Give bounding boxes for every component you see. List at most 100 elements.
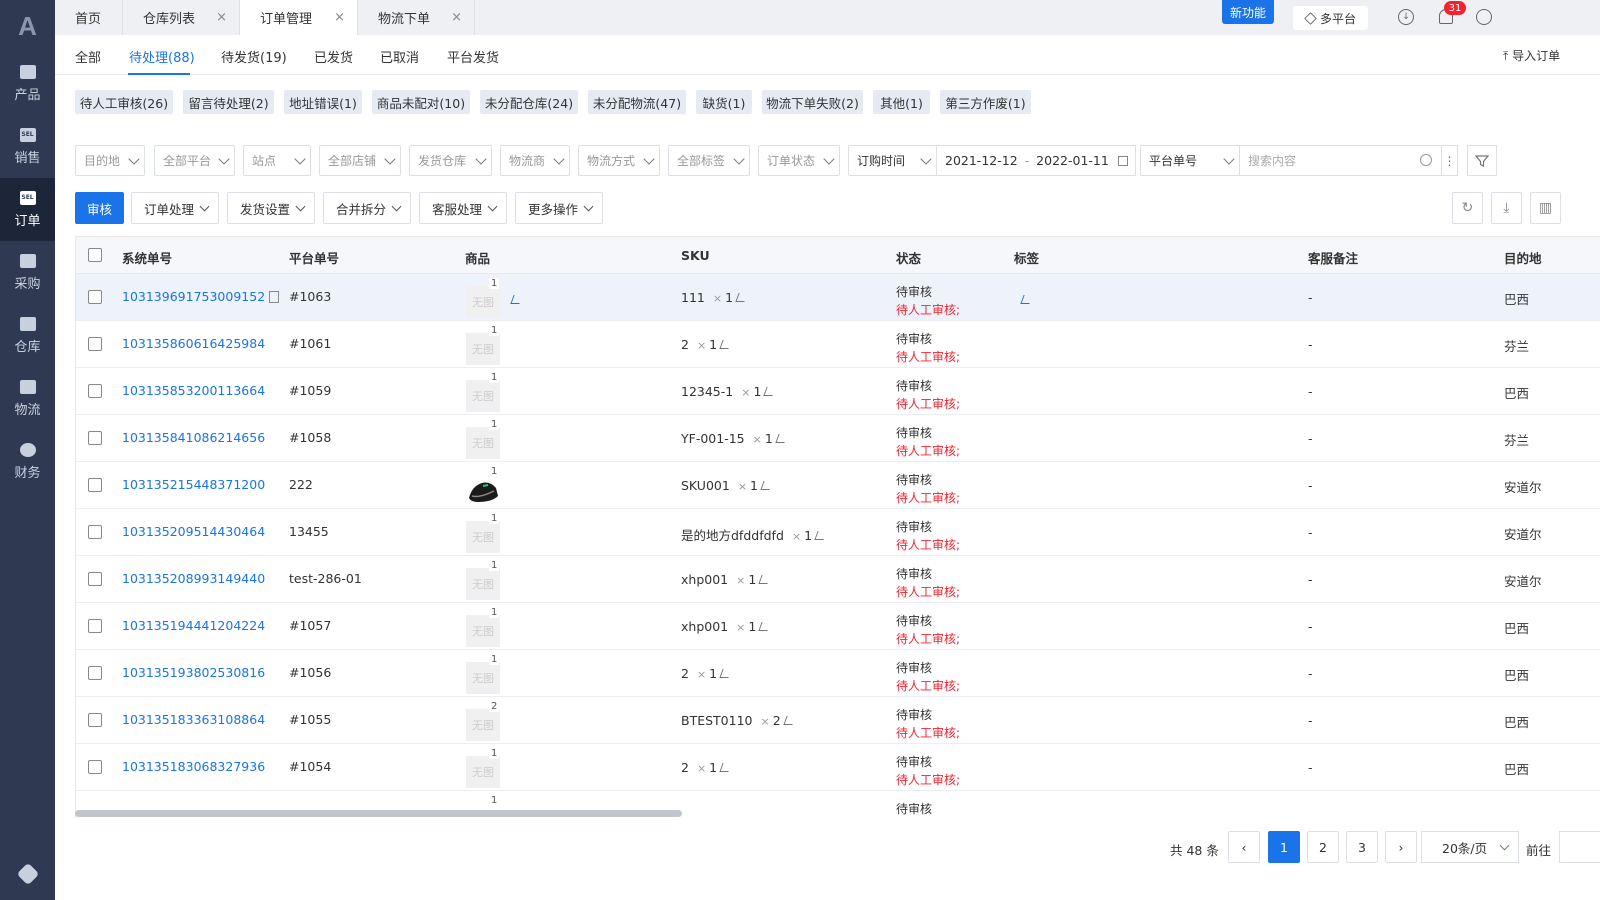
chip-address-error[interactable]: 地址错误(1) [284, 90, 362, 114]
table-row[interactable]: 103135215448371200 222 1 SKU001 × 1 待审核 待人工审核; -… [76, 462, 1600, 509]
table-row[interactable]: 103135193802530816 #1056 无图 1 2 × 1 待审核 待人工审核; - 巴… [76, 650, 1600, 697]
sys-order-link[interactable]: 103135860616425984 [122, 336, 265, 351]
row-checkbox[interactable] [88, 290, 102, 304]
select-all-checkbox[interactable] [88, 248, 102, 262]
row-checkbox[interactable] [88, 760, 102, 774]
col-cs-note[interactable]: 客服备注 [1308, 248, 1358, 267]
product-thumbnail[interactable]: 无图 [466, 615, 500, 647]
more-options-icon[interactable]: ⋮ [1442, 145, 1458, 176]
product-thumbnail[interactable]: 无图 [466, 333, 500, 365]
edit-icon[interactable] [814, 531, 827, 540]
table-row[interactable]: 103135183068327936 #1054 无图 1 2 × 1 待审核 待人工审核; - 巴… [76, 744, 1600, 791]
merge-split-dropdown[interactable]: 合并拆分 [323, 192, 411, 224]
download-icon[interactable]: ⤓ [1491, 192, 1522, 224]
horizontal-scrollbar[interactable] [75, 810, 682, 817]
sys-order-link[interactable]: 103135209514430464 [122, 524, 265, 539]
edit-icon[interactable] [758, 575, 771, 584]
col-product[interactable]: 商品 [465, 248, 490, 267]
sys-order-link[interactable]: 103135208993149440 [122, 571, 265, 586]
review-button[interactable]: 审核 [75, 192, 124, 224]
status-tab-to-ship[interactable]: 待发货(19) [221, 47, 287, 66]
app-logo[interactable]: A [0, 0, 55, 52]
shipping-settings-dropdown[interactable]: 发货设置 [227, 192, 315, 224]
sys-order-link[interactable]: 103135215448371200 [122, 477, 265, 492]
filter-shipping-method[interactable]: 物流方式 [578, 145, 660, 176]
filter-search-type[interactable]: 平台单号 [1140, 145, 1240, 176]
product-thumbnail[interactable]: 无图 [466, 380, 500, 412]
close-icon[interactable]: × [451, 10, 462, 25]
status-tab-pending[interactable]: 待处理(88) [129, 47, 195, 66]
search-icon[interactable] [1420, 154, 1432, 166]
chip-logistics-failed[interactable]: 物流下单失败(2) [762, 90, 863, 114]
next-page-button[interactable]: › [1385, 831, 1417, 863]
table-row[interactable]: 103135853200113664 #1059 无图 1 12345-1 × 1 待审核 待人… [76, 368, 1600, 415]
product-thumbnail[interactable]: 无图 [466, 427, 500, 459]
sys-order-link[interactable]: 103135853200113664 [122, 383, 265, 398]
columns-icon[interactable]: ▥ [1530, 192, 1561, 224]
edit-icon[interactable] [783, 716, 796, 725]
filter-store[interactable]: 全部店铺 [319, 145, 401, 176]
chip-third-party-void[interactable]: 第三方作废(1) [940, 90, 1031, 114]
row-checkbox[interactable] [88, 337, 102, 351]
prev-page-button[interactable]: ‹ [1228, 831, 1260, 863]
sidebar-item-warehouse[interactable]: 仓库 [0, 304, 55, 367]
customer-service-dropdown[interactable]: 客服处理 [419, 192, 507, 224]
edit-icon[interactable] [775, 434, 788, 443]
more-actions-dropdown[interactable]: 更多操作 [515, 192, 603, 224]
product-thumbnail[interactable]: 无图 [466, 521, 500, 553]
tab-warehouse-list[interactable]: 仓库列表 × [123, 0, 240, 35]
product-thumbnail[interactable]: 无图 [466, 286, 500, 318]
import-order-button[interactable]: ⤒ 导入订单 [1503, 47, 1560, 64]
col-status[interactable]: 状态 [896, 248, 921, 267]
download-icon[interactable]: ↓ [1398, 9, 1414, 25]
sys-order-link[interactable]: 103135841086214656 [122, 430, 265, 445]
close-icon[interactable]: × [216, 10, 227, 25]
filter-carrier[interactable]: 物流商 [500, 145, 570, 176]
page-button-3[interactable]: 3 [1346, 831, 1378, 863]
product-thumbnail[interactable]: 无图 [466, 709, 500, 741]
row-checkbox[interactable] [88, 525, 102, 539]
table-row[interactable]: 103139691753009152 #1063 无图 1 111 × 1 待审核 待人工审核;… [76, 274, 1600, 321]
tab-logistics-order[interactable]: 物流下单 × [358, 0, 475, 35]
filter-tags[interactable]: 全部标签 [668, 145, 750, 176]
sidebar-item-orders[interactable]: SEL 订单 [0, 178, 55, 241]
filter-platform[interactable]: 全部平台 [154, 145, 235, 176]
row-checkbox[interactable] [88, 666, 102, 680]
headset-icon[interactable] [1476, 9, 1492, 25]
product-thumbnail[interactable]: 无图 [466, 568, 500, 600]
tab-order-management[interactable]: 订单管理 × [240, 0, 358, 35]
edit-icon[interactable] [763, 387, 777, 396]
edit-icon[interactable] [719, 669, 732, 678]
date-range-picker[interactable]: 2021-12-12 - 2022-01-11 [936, 145, 1136, 176]
chip-manual-review[interactable]: 待人工审核(26) [75, 90, 173, 114]
tab-home[interactable]: 首页 [55, 0, 123, 35]
chip-warehouse-unassigned[interactable]: 未分配仓库(24) [480, 90, 578, 114]
col-sku[interactable]: SKU [681, 248, 710, 263]
table-row[interactable]: 103135209514430464 13455 无图 1 是的地方dfddfdfd × 1… [76, 509, 1600, 556]
sidebar-item-purchase[interactable]: 采购 [0, 241, 55, 304]
row-checkbox[interactable] [88, 619, 102, 633]
row-checkbox[interactable] [88, 384, 102, 398]
status-tab-cancelled[interactable]: 已取消 [380, 47, 419, 66]
filter-site[interactable]: 站点 [243, 145, 311, 176]
col-platform-no[interactable]: 平台单号 [289, 248, 339, 267]
document-icon[interactable] [269, 291, 280, 303]
edit-tag-icon[interactable] [1020, 295, 1033, 304]
settings-icon[interactable] [16, 862, 39, 886]
page-size-select[interactable]: 20条/页 [1421, 831, 1519, 863]
refresh-icon[interactable]: ↻ [1452, 192, 1483, 224]
search-input[interactable]: 搜索内容 [1239, 145, 1442, 176]
table-row[interactable]: 103135183363108864 #1055 无图 2 BTEST0110 × 2 待审核… [76, 697, 1600, 744]
filter-order-status[interactable]: 订单状态 [758, 145, 840, 176]
table-row[interactable]: 103135194441204224 #1057 无图 1 xhp001 × 1 待审核 待人工… [76, 603, 1600, 650]
page-button-1[interactable]: 1 [1268, 831, 1300, 863]
row-checkbox[interactable] [88, 713, 102, 727]
status-tab-all[interactable]: 全部 [75, 47, 101, 66]
col-tag[interactable]: 标签 [1014, 248, 1039, 267]
close-icon[interactable]: × [334, 10, 345, 25]
table-row[interactable]: 103135860616425984 #1061 无图 1 2 × 1 待审核 待人工审核; - 芬… [76, 321, 1600, 368]
edit-icon[interactable] [719, 340, 732, 349]
status-tab-platform-ship[interactable]: 平台发货 [447, 47, 499, 66]
order-process-dropdown[interactable]: 订单处理 [131, 192, 219, 224]
row-checkbox[interactable] [88, 478, 102, 492]
